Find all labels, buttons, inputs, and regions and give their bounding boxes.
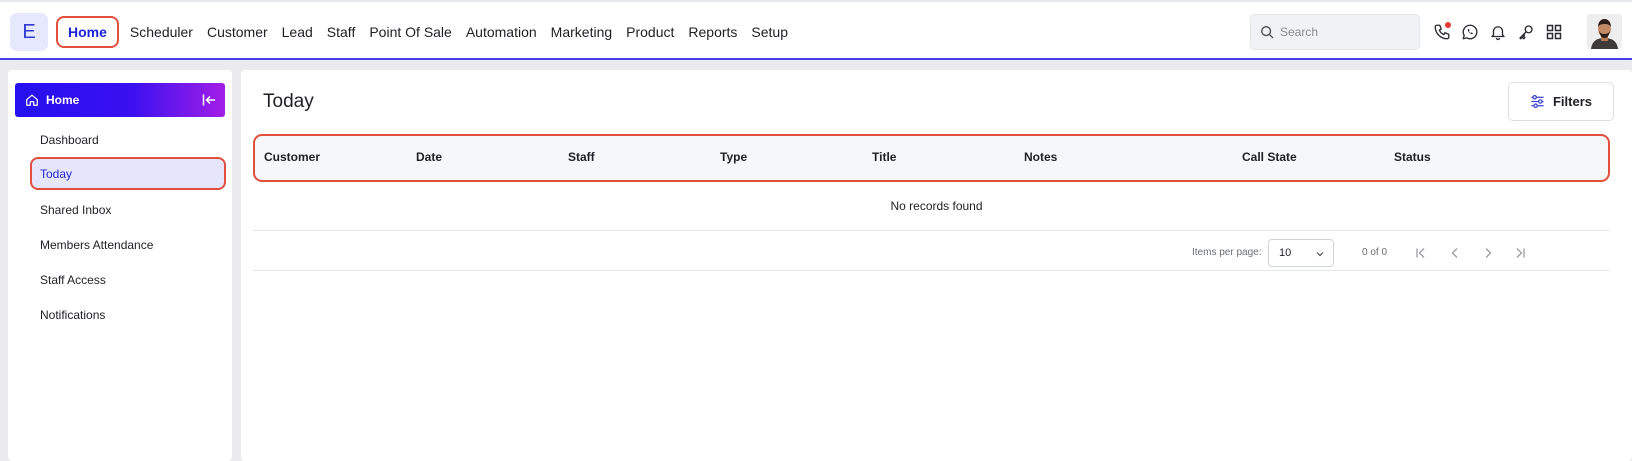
search-input[interactable]: [1280, 25, 1410, 39]
sidebar: Home Dashboard Today Shared Inbox Member…: [8, 70, 232, 461]
sidebar-header-label: Home: [46, 93, 80, 107]
nav-item-automation[interactable]: Automation: [459, 16, 544, 48]
page-title: Today: [263, 91, 314, 112]
column-header-call-state[interactable]: Call State: [1242, 150, 1297, 164]
sidebar-item-dashboard[interactable]: Dashboard: [8, 122, 232, 157]
page-size-select[interactable]: 10: [1268, 239, 1334, 267]
nav-item-marketing[interactable]: Marketing: [544, 16, 619, 48]
column-header-date[interactable]: Date: [416, 150, 442, 164]
first-page-button[interactable]: [1412, 244, 1430, 262]
last-page-icon: [1516, 248, 1525, 258]
column-header-customer[interactable]: Customer: [264, 150, 320, 164]
empty-state-message: No records found: [890, 199, 983, 213]
nav-item-product[interactable]: Product: [619, 16, 681, 48]
bell-icon[interactable]: [1488, 20, 1508, 44]
apps-grid-icon[interactable]: [1544, 20, 1564, 44]
column-header-staff[interactable]: Staff: [568, 150, 595, 164]
divider: [253, 270, 1610, 271]
nav-item-customer[interactable]: Customer: [200, 16, 275, 48]
chevron-left-icon: [1451, 248, 1458, 258]
collapse-sidebar-icon[interactable]: [201, 92, 217, 108]
sidebar-item-shared-inbox[interactable]: Shared Inbox: [8, 192, 232, 227]
column-header-title[interactable]: Title: [872, 150, 896, 164]
filter-sliders-icon: [1531, 94, 1544, 109]
column-header-status[interactable]: Status: [1394, 150, 1431, 164]
sidebar-item-notifications[interactable]: Notifications: [8, 297, 232, 332]
sidebar-item-today[interactable]: Today: [30, 157, 226, 190]
notification-dot: [1445, 22, 1451, 28]
home-icon: [26, 94, 38, 106]
nav-item-home[interactable]: Home: [56, 16, 119, 48]
filters-button[interactable]: Filters: [1508, 82, 1614, 121]
top-icon-group: [1432, 20, 1564, 44]
chevron-right-icon: [1485, 248, 1492, 258]
main-nav: Home Scheduler Customer Lead Staff Point…: [56, 16, 795, 48]
user-avatar[interactable]: [1587, 14, 1622, 49]
sidebar-item-members-attendance[interactable]: Members Attendance: [8, 227, 232, 262]
first-page-icon: [1416, 248, 1425, 258]
sidebar-menu: Dashboard Today Shared Inbox Members Att…: [8, 122, 232, 332]
divider: [253, 230, 1610, 231]
table-header: Customer Date Staff Type Title Notes Cal…: [253, 134, 1610, 182]
app-logo[interactable]: E: [10, 13, 48, 51]
page-size-value: 10: [1279, 247, 1292, 259]
previous-page-button[interactable]: [1446, 244, 1464, 262]
pagination-range: 0 of 0: [1362, 247, 1388, 258]
top-bar: E Home Scheduler Customer Lead Staff Poi…: [0, 0, 1632, 60]
column-header-type[interactable]: Type: [720, 150, 747, 164]
next-page-button[interactable]: [1479, 244, 1497, 262]
search-box[interactable]: [1250, 14, 1420, 50]
nav-item-staff[interactable]: Staff: [320, 16, 363, 48]
main-panel: Today Filters Customer Date Staff Type T…: [241, 70, 1632, 461]
nav-item-point-of-sale[interactable]: Point Of Sale: [362, 16, 459, 48]
items-per-page-label: Items per page:: [1192, 247, 1262, 258]
nav-item-setup[interactable]: Setup: [744, 16, 795, 48]
search-icon: [1261, 26, 1274, 39]
chevron-down-icon: [1316, 252, 1324, 257]
nav-item-reports[interactable]: Reports: [681, 16, 744, 48]
key-icon[interactable]: [1516, 20, 1536, 44]
nav-item-scheduler[interactable]: Scheduler: [123, 16, 200, 48]
whatsapp-icon[interactable]: [1460, 20, 1480, 44]
last-page-button[interactable]: [1511, 244, 1529, 262]
sidebar-item-staff-access[interactable]: Staff Access: [8, 262, 232, 297]
column-header-notes[interactable]: Notes: [1024, 150, 1057, 164]
filters-label: Filters: [1552, 94, 1592, 109]
phone-icon[interactable]: [1432, 20, 1452, 44]
nav-item-lead[interactable]: Lead: [275, 16, 320, 48]
sidebar-header[interactable]: Home: [15, 83, 225, 117]
